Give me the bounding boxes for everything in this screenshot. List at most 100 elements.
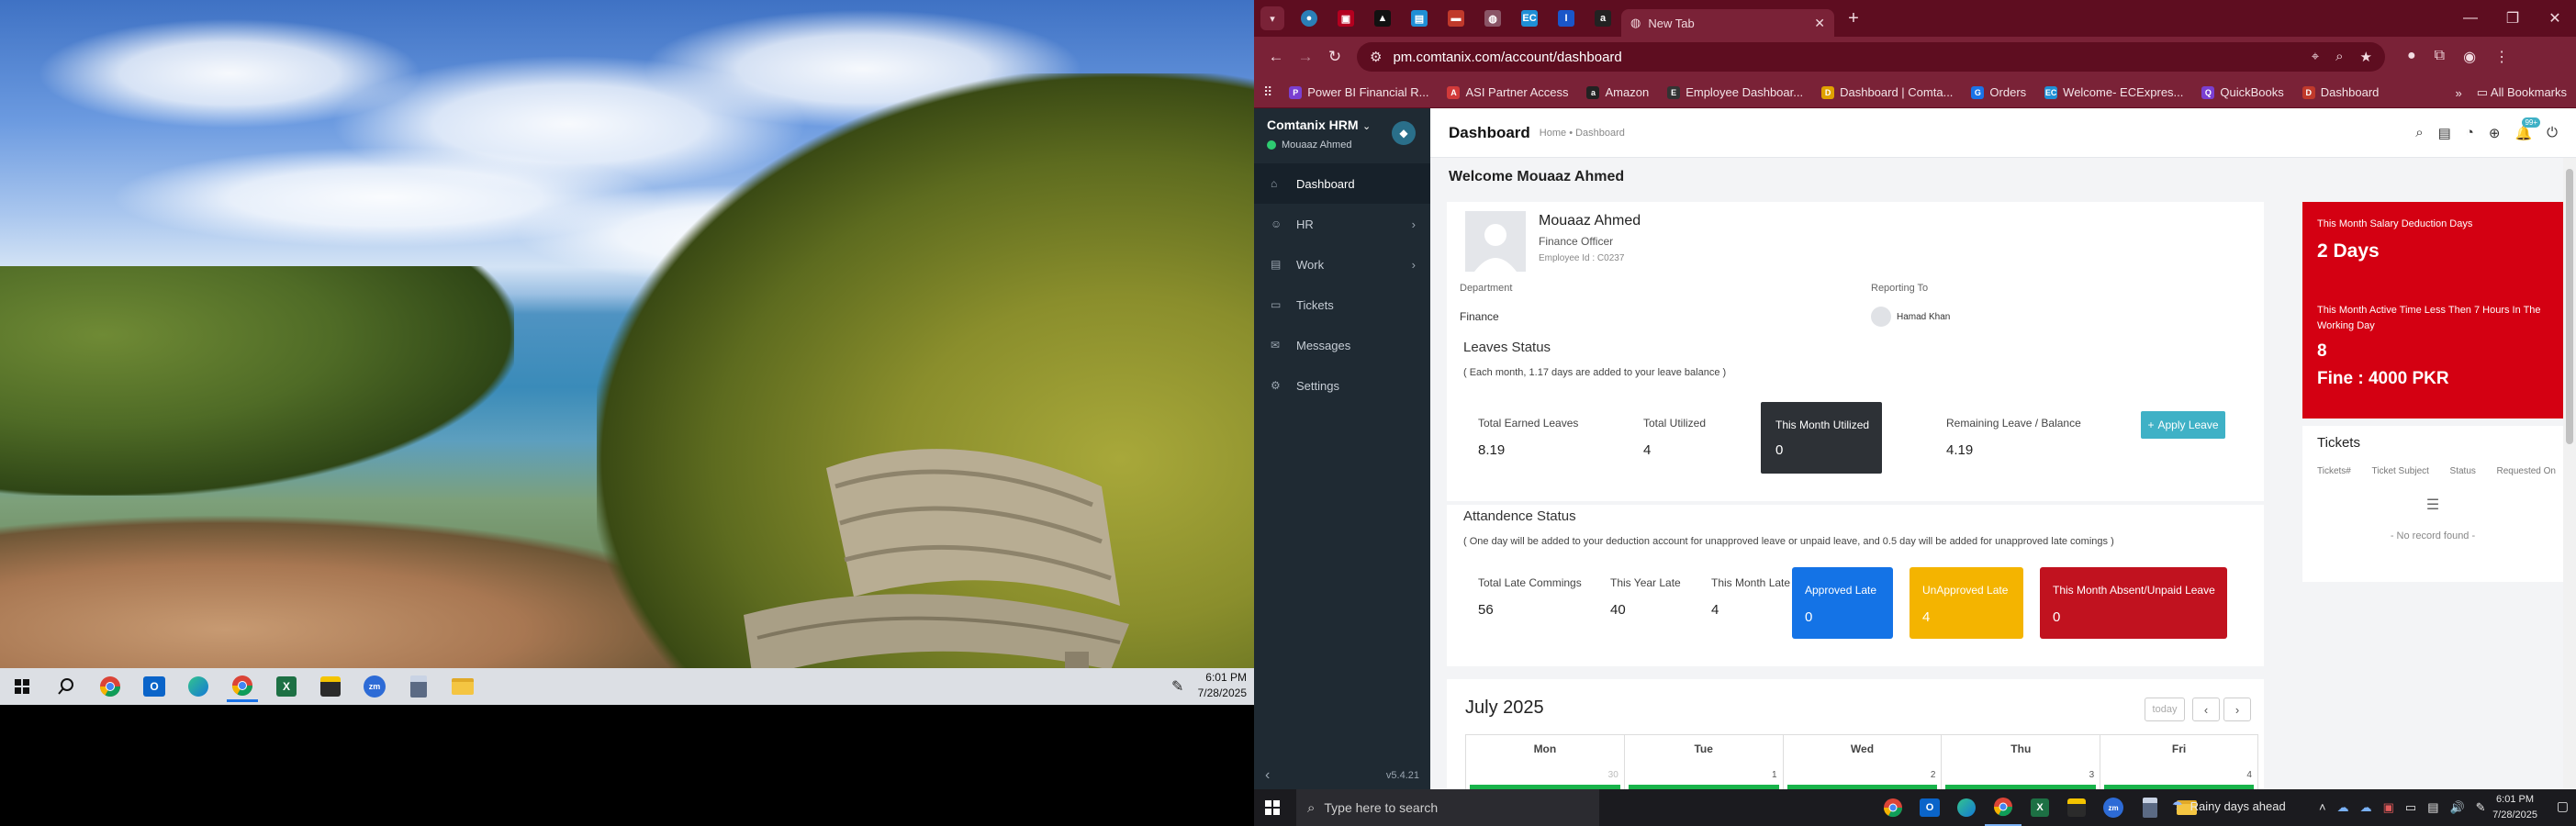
edge-icon[interactable] xyxy=(183,671,214,702)
chevron-right-icon[interactable]: » xyxy=(2455,86,2461,100)
weather-widget[interactable]: ☂ Rainy days ahead xyxy=(2172,798,2286,813)
chrome-profile-icon[interactable] xyxy=(227,671,258,702)
bookmark-item[interactable]: Q QuickBooks xyxy=(2201,85,2284,99)
site-info-icon[interactable]: ⚙ xyxy=(1370,49,1382,65)
tab-3[interactable]: ▲ xyxy=(1364,5,1401,32)
bookmark-item[interactable]: P Power BI Financial R... xyxy=(1289,85,1428,99)
brand-logo-icon[interactable]: ◆ xyxy=(1392,121,1416,145)
apply-leave-button[interactable]: + Apply Leave xyxy=(2141,411,2225,439)
file-explorer-icon[interactable] xyxy=(447,671,478,702)
tab-4[interactable]: ▤ xyxy=(1401,5,1438,32)
bookmark-item[interactable]: A ASI Partner Access xyxy=(1447,85,1568,99)
bell-icon[interactable]: 🔔 99+ xyxy=(2514,117,2541,141)
volume-icon[interactable]: 🔊 xyxy=(2449,800,2464,815)
tab-8[interactable]: I xyxy=(1548,5,1585,32)
reload-button[interactable]: ↻ xyxy=(1320,42,1350,72)
notes-icon[interactable] xyxy=(2058,789,2095,826)
tab-1[interactable]: ● xyxy=(1291,5,1327,32)
menu-icon[interactable]: ⋮ xyxy=(2494,48,2509,66)
chrome-profile-icon[interactable] xyxy=(1985,789,2022,826)
sidebar-item-tickets[interactable]: ▭ Tickets xyxy=(1254,285,1430,325)
app-tray-icon[interactable]: ▣ xyxy=(2383,800,2394,815)
sidebar-item-hr[interactable]: ☺ HR › xyxy=(1254,204,1430,244)
clock-icon[interactable]: ◔ xyxy=(2466,125,2474,140)
tab-5[interactable]: ▬ xyxy=(1438,5,1474,32)
calendar-day-column[interactable]: Tue 1 xyxy=(1623,735,1783,790)
pen-icon[interactable]: ✎ xyxy=(2476,800,2486,815)
notes-icon[interactable] xyxy=(315,671,346,702)
zoom-icon[interactable]: zm xyxy=(359,671,390,702)
account-icon[interactable]: ◉ xyxy=(2463,48,2476,66)
all-bookmarks-button[interactable]: ▭ All Bookmarks xyxy=(2477,85,2567,100)
network-icon[interactable]: ▤ xyxy=(2427,800,2438,815)
outlook-icon[interactable]: O xyxy=(1911,789,1948,826)
forward-button[interactable]: → xyxy=(1291,42,1320,72)
zoom-icon[interactable]: zm xyxy=(2095,789,2132,826)
close-window-button[interactable]: ✕ xyxy=(2534,0,2576,37)
bookmark-item[interactable]: D Dashboard xyxy=(2302,85,2379,99)
apps-icon[interactable]: ⠿ xyxy=(1263,84,1272,100)
tab-2[interactable]: ▣ xyxy=(1327,5,1364,32)
calendar-prev-button[interactable]: ‹ xyxy=(2192,698,2220,721)
calculator-icon[interactable] xyxy=(2132,789,2168,826)
windows-start-icon[interactable] xyxy=(6,671,38,702)
tab-9[interactable]: a xyxy=(1585,5,1621,32)
tab-7[interactable]: EC xyxy=(1511,5,1548,32)
cloud-sync-icon[interactable]: ☁ xyxy=(2360,800,2372,815)
calendar-next-button[interactable]: › xyxy=(2223,698,2251,721)
search-icon[interactable]: ⌕ xyxy=(2415,125,2423,140)
bookmark-item[interactable]: G Orders xyxy=(1971,85,2026,99)
sidebar-item-messages[interactable]: ✉ Messages xyxy=(1254,325,1430,365)
tab-search-button[interactable]: ▾ xyxy=(1254,5,1291,32)
taskbar-search-box[interactable]: ⌕ Type here to search xyxy=(1296,789,1599,826)
close-icon[interactable]: ✕ xyxy=(1814,16,1825,31)
active-tab[interactable]: ◍ New Tab ✕ xyxy=(1621,9,1834,37)
calendar-day-column[interactable]: Wed 2 xyxy=(1782,735,1942,790)
extensions-icon[interactable]: ⧉ xyxy=(2435,48,2445,66)
zoom-icon[interactable]: ⌕ xyxy=(2335,49,2343,65)
sidebar-item-work[interactable]: ▤ Work › xyxy=(1254,244,1430,285)
bookmark-item[interactable]: EC Welcome- ECExpres... xyxy=(2044,85,2183,99)
outlook-icon[interactable]: O xyxy=(139,671,170,702)
page-scrollbar[interactable] xyxy=(2563,158,2576,789)
star-icon[interactable]: ★ xyxy=(2360,49,2372,65)
scrollbar-thumb[interactable] xyxy=(2566,169,2573,444)
calendar-day-column[interactable]: Thu 3 xyxy=(1941,735,2100,790)
right-clock[interactable]: 6:01 PM 7/28/2025 xyxy=(2492,792,2537,823)
add-icon[interactable]: ⊕ xyxy=(2489,125,2501,141)
chrome-icon[interactable] xyxy=(95,671,126,702)
sidebar-item-settings[interactable]: ⚙ Settings xyxy=(1254,365,1430,406)
address-bar[interactable]: ⚙ pm.comtanix.com/account/dashboard ⌖ ⌕ … xyxy=(1357,42,2385,72)
notes-icon[interactable]: ▤ xyxy=(2438,125,2451,141)
sidebar-item-dashboard[interactable]: ⌂ Dashboard xyxy=(1254,163,1430,204)
bookmark-item[interactable]: E Employee Dashboar... xyxy=(1667,85,1803,99)
new-tab-button[interactable]: + xyxy=(1840,5,1867,32)
windows-start-icon[interactable] xyxy=(1254,789,1291,826)
reporting-to-name[interactable]: Hamad Khan xyxy=(1897,312,1950,322)
bookmark-item[interactable]: D Dashboard | Comta... xyxy=(1821,85,1953,99)
collapse-sidebar-icon[interactable]: ‹ xyxy=(1265,767,1270,784)
location-icon[interactable]: ⌖ xyxy=(2312,49,2319,65)
restore-button[interactable]: ❐ xyxy=(2492,0,2534,37)
search-icon[interactable] xyxy=(50,671,82,702)
left-clock[interactable]: 6:01 PM 7/28/2025 xyxy=(1198,670,1247,701)
calendar-day-column[interactable]: Mon 30 xyxy=(1465,735,1624,790)
excel-icon[interactable]: X xyxy=(2022,789,2058,826)
today-button[interactable]: today xyxy=(2145,698,2185,721)
cloud-icon[interactable]: ☁ xyxy=(2337,800,2349,815)
tab-6[interactable]: ◍ xyxy=(1474,5,1511,32)
notification-center-icon[interactable]: ▢ xyxy=(2557,798,2569,814)
calculator-icon[interactable] xyxy=(403,671,434,702)
display-icon[interactable]: ▭ xyxy=(2405,800,2416,815)
breadcrumb-home[interactable]: Home xyxy=(1540,128,1566,139)
minimize-button[interactable]: — xyxy=(2449,0,2492,37)
edge-icon[interactable] xyxy=(1948,789,1985,826)
back-button[interactable]: ← xyxy=(1261,42,1291,72)
chevron-up-icon[interactable]: ˄ xyxy=(2319,800,2326,815)
excel-icon[interactable]: X xyxy=(271,671,302,702)
profile-dot-icon[interactable]: ● xyxy=(2407,48,2416,66)
chrome-icon[interactable] xyxy=(1875,789,1911,826)
power-icon[interactable]: ⏻ xyxy=(2547,125,2558,140)
calendar-day-column[interactable]: Fri 4 xyxy=(2100,735,2258,790)
pen-icon[interactable]: ✎ xyxy=(1171,677,1183,696)
